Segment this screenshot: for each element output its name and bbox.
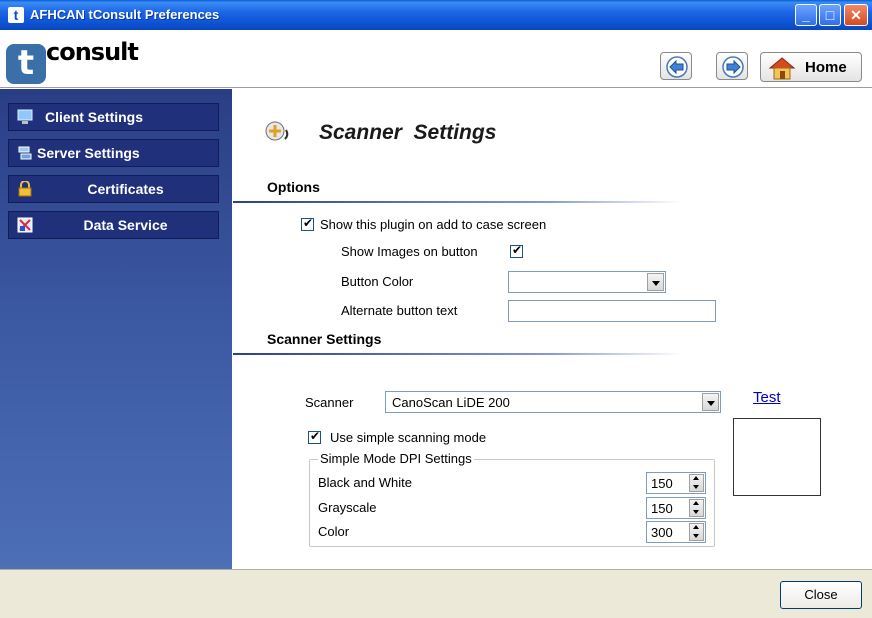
dpi-group-legend: Simple Mode DPI Settings [318, 451, 474, 466]
show-images-label: Show Images on button [341, 244, 478, 259]
scan-preview-box [733, 418, 821, 496]
sidebar-item-client-settings[interactable]: Client Settings [8, 103, 219, 131]
close-window-button[interactable]: ✕ [844, 4, 868, 26]
alt-text-label: Alternate button text [341, 303, 458, 318]
show-plugin-checkbox[interactable] [301, 216, 314, 231]
dpi-stepper-grayscale[interactable]: 150 [646, 497, 706, 519]
scanner-value: CanoScan LiDE 200 [392, 395, 510, 410]
close-icon: ✕ [850, 7, 862, 23]
button-color-label: Button Color [341, 274, 414, 289]
logo-icon: t [6, 44, 46, 84]
monitor-icon [17, 109, 33, 124]
app-header: t consult Home [0, 30, 872, 88]
minimize-icon: _ [802, 7, 810, 23]
arrow-left-icon [666, 56, 688, 78]
home-button[interactable]: Home [760, 52, 862, 82]
sidebar-item-data-service[interactable]: Data Service [8, 211, 219, 239]
options-section-title: Options [267, 179, 320, 195]
sidebar-item-label: Certificates [87, 181, 164, 197]
sidebar-item-certificates[interactable]: Certificates [8, 175, 219, 203]
home-label: Home [805, 59, 847, 76]
minimize-button[interactable]: _ [795, 4, 817, 26]
chevron-down-icon[interactable] [647, 273, 664, 291]
sidebar: Client Settings Server Settings Certific… [0, 89, 232, 569]
sidebar-item-label: Data Service [83, 217, 168, 233]
spinner-arrows-icon[interactable] [689, 499, 704, 517]
dpi-stepper-black-white[interactable]: 150 [646, 472, 706, 494]
server-icon [18, 146, 32, 160]
sidebar-item-label: Server Settings [37, 145, 140, 161]
dpi-label-color: Color [318, 524, 350, 539]
dpi-value: 150 [651, 501, 673, 516]
scanner-icon [265, 121, 289, 141]
scanner-section-title: Scanner Settings [267, 331, 382, 347]
page-title: Scanner Settings [319, 121, 497, 144]
forward-button[interactable] [716, 52, 748, 80]
data-service-icon [17, 217, 33, 233]
scanner-dropdown[interactable]: CanoScan LiDE 200 [385, 391, 721, 413]
dpi-stepper-color[interactable]: 300 [646, 521, 706, 543]
test-link[interactable]: Test [753, 389, 781, 406]
arrow-right-icon [722, 56, 744, 78]
logo-text: consult [46, 38, 139, 66]
maximize-icon: □ [825, 7, 835, 23]
dpi-value: 300 [651, 525, 673, 540]
scanner-label: Scanner [305, 395, 354, 410]
section-divider [233, 353, 683, 355]
dpi-value: 150 [651, 476, 673, 491]
spinner-arrows-icon[interactable] [689, 474, 704, 492]
close-button[interactable]: Close [780, 581, 862, 609]
chevron-down-icon[interactable] [702, 393, 719, 411]
show-plugin-label: Show this plugin on add to case screen [320, 217, 547, 232]
back-button[interactable] [660, 52, 692, 80]
footer-bar: Close [0, 569, 872, 618]
lock-icon [18, 181, 32, 197]
dpi-label-black-white: Black and White [318, 475, 412, 490]
sidebar-item-label: Client Settings [45, 109, 144, 125]
button-color-dropdown[interactable] [508, 271, 666, 293]
alt-text-input[interactable] [508, 300, 716, 322]
dpi-label-grayscale: Grayscale [318, 500, 377, 515]
window-title: AFHCAN tConsult Preferences [30, 7, 220, 22]
section-divider [233, 201, 683, 203]
spinner-arrows-icon[interactable] [689, 523, 704, 541]
show-images-checkbox[interactable] [510, 243, 523, 258]
app-icon: t [8, 7, 24, 23]
maximize-button[interactable]: □ [819, 4, 841, 26]
home-icon [768, 57, 796, 80]
dpi-settings-group: Simple Mode DPI Settings Black and White… [309, 451, 715, 547]
simple-mode-checkbox[interactable] [308, 429, 321, 444]
title-bar[interactable]: t AFHCAN tConsult Preferences _ □ ✕ [0, 0, 872, 30]
sidebar-item-server-settings[interactable]: Server Settings [8, 139, 219, 167]
simple-mode-label: Use simple scanning mode [330, 430, 487, 445]
settings-panel: Scanner Settings Options Show this plugi… [233, 89, 872, 569]
